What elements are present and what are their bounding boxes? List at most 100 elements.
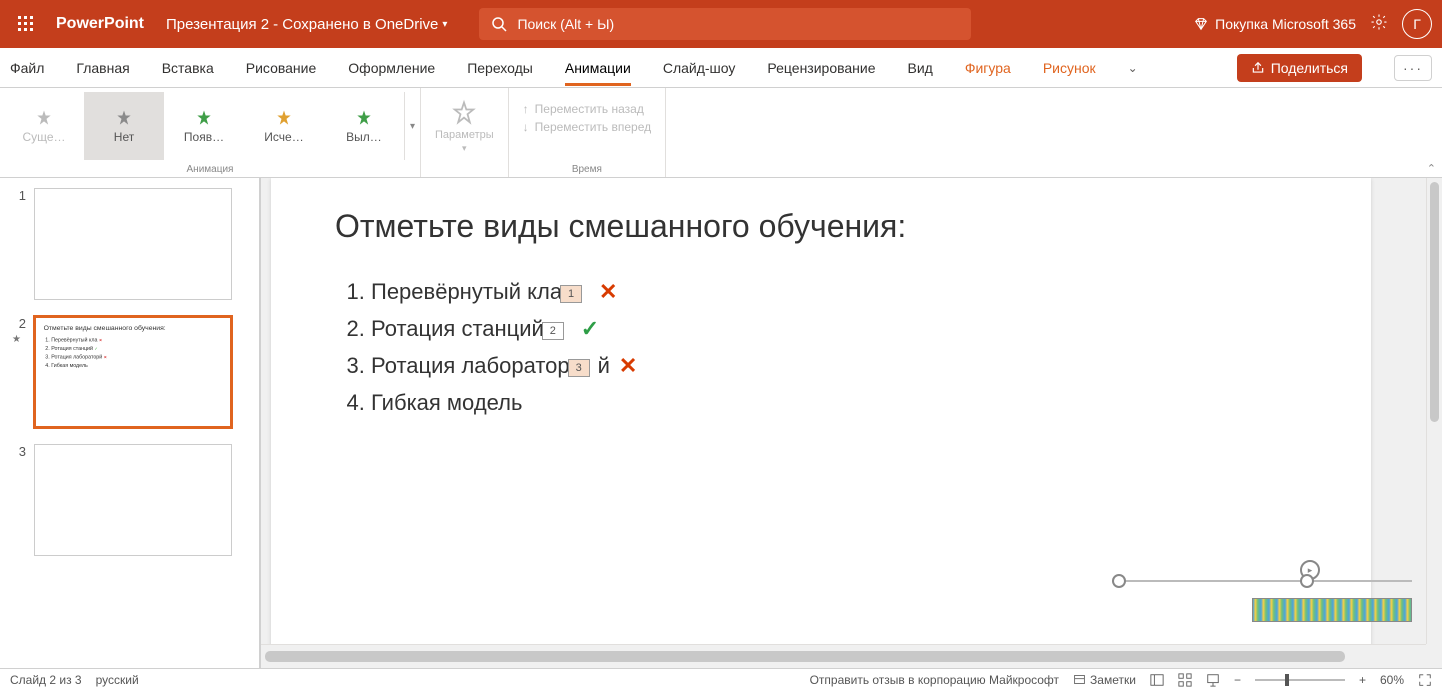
timeline-track — [1112, 580, 1412, 582]
tab-review[interactable]: Рецензирование — [767, 51, 875, 85]
horizontal-scrollbar[interactable] — [261, 644, 1426, 668]
menu-tabs: Файл Главная Вставка Рисование Оформлени… — [0, 48, 1442, 88]
feedback-link[interactable]: Отправить отзыв в корпорацию Майкрософт — [810, 673, 1059, 687]
star-icon — [354, 108, 374, 128]
buy-microsoft-365-button[interactable]: Покупка Microsoft 365 — [1193, 16, 1356, 32]
view-normal-button[interactable] — [1150, 673, 1164, 687]
notes-button[interactable]: Заметки — [1073, 673, 1136, 687]
slide-title: Отметьте виды смешанного обучения: — [335, 208, 1307, 245]
scrollbar-thumb[interactable] — [1430, 182, 1439, 422]
thumb-number: 3 — [14, 444, 26, 556]
saved-location: - Сохранено в OneDrive — [273, 16, 438, 33]
zoom-slider[interactable] — [1255, 679, 1345, 681]
app-launcher-icon[interactable] — [10, 8, 42, 40]
scrollbar-thumb[interactable] — [265, 651, 1345, 662]
anim-label: Суще… — [22, 130, 65, 144]
tab-file[interactable]: Файл — [10, 51, 44, 85]
ribbon: Суще… Нет Появ… Исче… Выл… ▾ Анимация Параме… — [0, 88, 1442, 178]
animation-indicator-icon: ★ — [12, 334, 21, 345]
tab-view[interactable]: Вид — [908, 51, 933, 85]
tab-transitions[interactable]: Переходы — [467, 51, 533, 85]
animation-preset[interactable]: Появ… — [164, 92, 244, 160]
workspace: 12★Отметьте виды смешанного обучения:Пер… — [0, 178, 1442, 668]
tab-animations[interactable]: Анимации — [565, 51, 631, 85]
slide-position-label: Слайд 2 из 3 — [10, 673, 82, 687]
fit-to-window-button[interactable] — [1418, 673, 1432, 687]
animation-preset: Суще… — [4, 92, 84, 160]
share-icon — [1251, 61, 1265, 75]
zoom-slider-knob[interactable] — [1285, 674, 1289, 686]
collapse-ribbon-icon[interactable]: ⌃ — [1427, 162, 1436, 175]
trigger-tag[interactable]: 3 — [568, 359, 590, 377]
buy-label: Покупка Microsoft 365 — [1215, 16, 1356, 32]
timeline-media-strip[interactable] — [1252, 598, 1412, 622]
cross-icon: ✕ — [616, 349, 640, 382]
tab-slideshow[interactable]: Слайд-шоу — [663, 51, 736, 85]
ribbon-group-time: ↑ Переместить назад ↓ Переместить вперед… — [509, 88, 666, 177]
tab-context-shape[interactable]: Фигура — [965, 51, 1011, 85]
timeline-handle-start[interactable] — [1112, 574, 1126, 588]
trigger-tag[interactable]: 1 — [560, 285, 582, 303]
settings-icon[interactable] — [1370, 13, 1388, 36]
tab-context-picture[interactable]: Рисунок — [1043, 51, 1096, 85]
tab-insert[interactable]: Вставка — [162, 51, 214, 85]
thumb-number: 2★ — [14, 316, 26, 428]
avatar-initial: Г — [1413, 16, 1421, 32]
share-label: Поделиться — [1271, 60, 1348, 76]
zoom-out-button[interactable]: − — [1234, 673, 1241, 687]
arrow-down-icon: ↓ — [523, 120, 529, 134]
search-input[interactable]: Поиск (Alt + Ы) — [479, 8, 971, 40]
animation-parameters-button: Параметры ▾ — [429, 92, 500, 160]
slide-thumbnails-pane: 12★Отметьте виды смешанного обучения:Пер… — [0, 178, 260, 668]
slide-thumbnail[interactable]: Отметьте виды смешанного обучения:Перевё… — [34, 316, 232, 428]
ribbon-group-parameters: Параметры ▾ — [421, 88, 509, 177]
more-options-button[interactable]: ··· — [1394, 55, 1432, 81]
trigger-tag[interactable]: 2 — [542, 322, 564, 340]
anim-label: Появ… — [184, 130, 224, 144]
view-normal-icon — [1150, 673, 1164, 687]
animation-gallery-more[interactable]: ▾ — [404, 92, 420, 160]
slide-list-item: Гибкая модель — [371, 384, 1307, 421]
document-title[interactable]: Презентация 2 - Сохранено в OneDrive ▾ — [166, 16, 447, 33]
user-avatar[interactable]: Г — [1402, 9, 1432, 39]
ribbon-group-label-animation: Анимация — [0, 164, 420, 175]
search-placeholder: Поиск (Alt + Ы) — [517, 16, 614, 32]
arrow-up-icon: ↑ — [523, 102, 529, 116]
notes-icon — [1073, 673, 1086, 686]
view-grid-icon — [1178, 673, 1192, 687]
view-slideshow-button[interactable] — [1206, 673, 1220, 687]
check-icon: ✓ — [578, 312, 602, 345]
animation-preset[interactable]: Исче… — [244, 92, 324, 160]
tabs-overflow-icon[interactable]: ⌄ — [1128, 61, 1138, 75]
star-icon — [194, 108, 214, 128]
slide-thumbnail[interactable] — [34, 444, 232, 556]
title-bar: PowerPoint Презентация 2 - Сохранено в O… — [0, 0, 1442, 48]
slide-thumbnail[interactable] — [34, 188, 232, 300]
share-button[interactable]: Поделиться — [1237, 54, 1362, 82]
slide-list-item: Перевёрнутый кла1 ✕ — [371, 273, 1307, 310]
slide-list-item: Ротация лаборатор3й ✕ — [371, 347, 1307, 384]
move-forward-label: Переместить вперед — [535, 120, 651, 134]
tab-home[interactable]: Главная — [76, 51, 129, 85]
ribbon-group-label-time: Время — [509, 164, 665, 175]
ribbon-group-animation: Суще… Нет Появ… Исче… Выл… ▾ Анимация — [0, 88, 421, 177]
animation-preset[interactable]: Нет — [84, 92, 164, 160]
star-gear-icon — [450, 99, 478, 127]
animation-preset[interactable]: Выл… — [324, 92, 404, 160]
tab-design[interactable]: Оформление — [348, 51, 435, 85]
star-icon — [34, 108, 54, 128]
app-name: PowerPoint — [56, 15, 144, 33]
language-label[interactable]: русский — [96, 673, 139, 687]
slide-list-item: Ротация станций2 ✓ — [371, 310, 1307, 347]
view-sorter-button[interactable] — [1178, 673, 1192, 687]
move-forward-button: ↓ Переместить вперед — [523, 120, 651, 134]
vertical-scrollbar[interactable] — [1426, 178, 1442, 644]
zoom-in-button[interactable]: + — [1359, 673, 1366, 687]
anim-label: Исче… — [264, 130, 303, 144]
slide-list: Перевёрнутый кла1 ✕Ротация станций2 ✓Рот… — [335, 273, 1307, 421]
timeline-handle-end[interactable] — [1300, 574, 1314, 588]
tab-draw[interactable]: Рисование — [246, 51, 317, 85]
chevron-down-icon: ▾ — [442, 19, 447, 30]
zoom-level[interactable]: 60% — [1380, 673, 1404, 687]
fit-icon — [1418, 673, 1432, 687]
